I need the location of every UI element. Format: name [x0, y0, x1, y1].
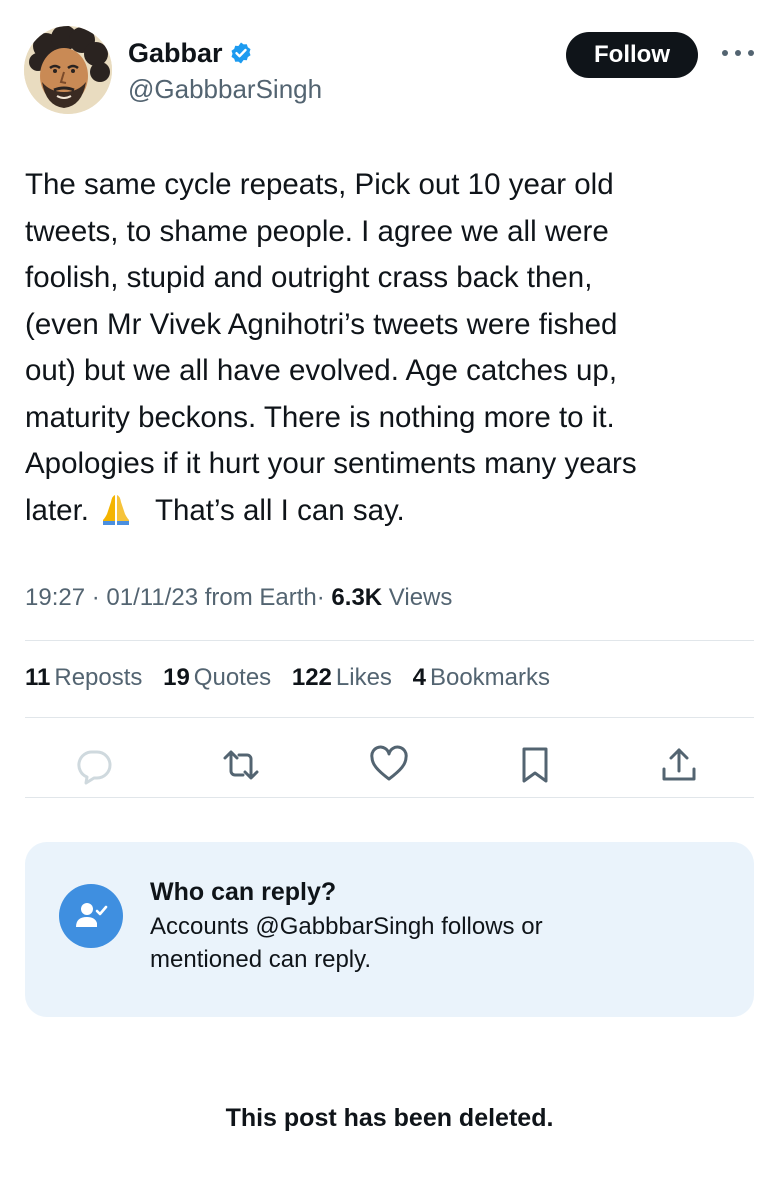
avatar[interactable]: [24, 26, 112, 114]
tweet-line: tweets, to shame people. I agree we all …: [25, 214, 609, 248]
divider: [25, 640, 754, 641]
likes-count: 122: [291, 664, 332, 691]
bookmarks-stat[interactable]: 4 Bookmarks: [413, 660, 550, 696]
meta-separator: ·: [91, 584, 100, 611]
tweet-line: out) but we all have evolved. Age catche…: [25, 354, 618, 387]
tweet-line-last: later. That’s all I can say.: [25, 488, 755, 541]
likes-label: Likes: [335, 664, 392, 691]
author-name-row[interactable]: Gabbar: [128, 36, 253, 70]
divider: [25, 797, 754, 798]
reply-settings-description: Accounts @GabbbarSingh follows or mentio…: [150, 910, 710, 976]
tweet-line: The same cycle repeats, Pick out 10 year…: [25, 168, 614, 201]
likes-stat[interactable]: 122 Likes: [292, 660, 392, 696]
tweet-line: Apologies if it hurt your sentiments man…: [25, 447, 637, 480]
bookmark-icon[interactable]: [513, 743, 557, 787]
tweet-time[interactable]: 19:27: [25, 584, 85, 611]
author-handle[interactable]: @GabbbarSingh: [128, 72, 322, 106]
verified-badge-icon: [229, 41, 253, 65]
share-icon[interactable]: [657, 743, 701, 787]
reply-settings-card: Who can reply? Accounts @GabbbarSingh fo…: [25, 842, 754, 1017]
tweet-line: (even Mr Vivek Agnihotri’s tweets were f…: [25, 307, 618, 341]
reply-settings-line: mentioned can reply.: [150, 946, 372, 973]
reply-settings-line: Accounts @GabbbarSingh follows or: [150, 913, 543, 940]
tweet-header: Gabbar @GabbbarSingh Follow: [0, 0, 779, 130]
folded-hands-emoji-icon: [99, 492, 133, 541]
tweet-line-end: That’s all I can say.: [154, 493, 405, 527]
author-display-name[interactable]: Gabbar: [128, 36, 223, 70]
quotes-label: Quotes: [193, 664, 272, 691]
follow-button[interactable]: Follow: [566, 32, 698, 78]
bookmarks-label: Bookmarks: [429, 664, 551, 691]
views-count[interactable]: 6.3K: [331, 584, 382, 611]
tweet-text: The same cycle repeats, Pick out 10 year…: [25, 162, 755, 540]
views-label[interactable]: Views: [389, 584, 453, 611]
like-icon[interactable]: [367, 743, 411, 787]
repost-icon[interactable]: [219, 743, 263, 787]
user-check-icon: [59, 884, 123, 948]
tweet-source: from Earth: [204, 584, 317, 611]
reposts-stat[interactable]: 11 Reposts: [25, 660, 142, 696]
reposts-label: Reposts: [54, 664, 143, 691]
reply-icon[interactable]: [73, 743, 117, 787]
cartoon-avatar-image: [24, 26, 112, 114]
more-horizontal-icon[interactable]: [718, 38, 758, 68]
bookmarks-count: 4: [412, 664, 426, 691]
action-bar: [25, 735, 754, 795]
quotes-stat[interactable]: 19 Quotes: [163, 660, 271, 696]
tweet-line: foolish, stupid and outright crass back …: [25, 261, 593, 294]
meta-separator: ·: [316, 584, 325, 611]
quotes-count: 19: [163, 664, 190, 691]
deleted-post-notice: This post has been deleted.: [225, 1104, 554, 1132]
tweet-meta: 19:27 · 01/11/23 from Earth· 6.3K Views: [25, 580, 452, 616]
tweet-date[interactable]: 01/11/23: [106, 584, 198, 611]
tweet-line: maturity beckons. There is nothing more …: [25, 400, 615, 434]
reposts-count: 11: [25, 664, 51, 691]
divider: [25, 717, 754, 718]
tweet-line-start: later.: [25, 493, 89, 527]
engagement-stats: 11 Reposts 19 Quotes 122 Likes 4 Bookmarks: [25, 660, 564, 696]
reply-settings-title: Who can reply?: [150, 878, 337, 906]
